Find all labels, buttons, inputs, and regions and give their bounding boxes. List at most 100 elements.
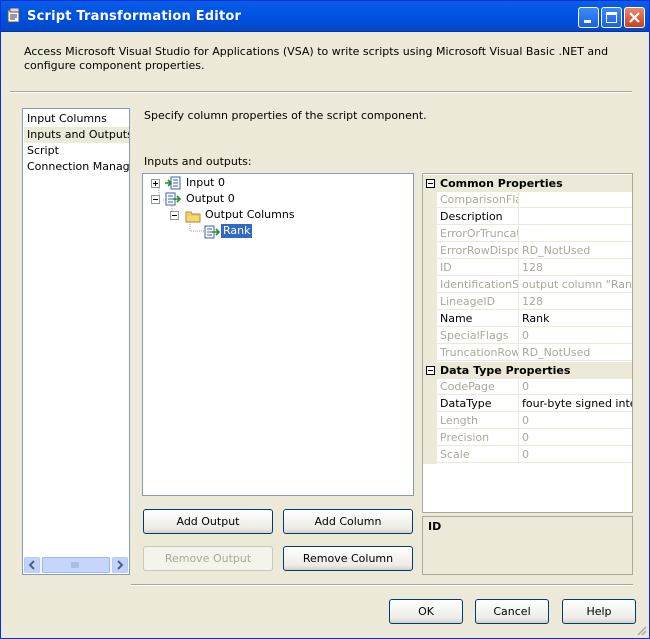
scroll-left-button[interactable]: [24, 557, 40, 573]
maximize-button[interactable]: [601, 7, 622, 28]
add-column-button[interactable]: Add Column: [283, 509, 413, 534]
property-gutter: [423, 209, 437, 226]
resize-grip-icon[interactable]: [635, 624, 647, 636]
property-row[interactable]: Scale 0: [423, 447, 632, 464]
property-name[interactable]: IdentificationString: [437, 277, 519, 293]
tree-node-rank[interactable]: Rank: [221, 224, 253, 238]
property-name[interactable]: ErrorOrTruncationOperation: [437, 226, 519, 242]
property-row[interactable]: LineageID 128: [423, 294, 632, 311]
property-name[interactable]: ComparisonFlags: [437, 192, 519, 208]
property-row[interactable]: TruncationRowDispositionRD_NotUsed: [423, 345, 632, 362]
property-value: 0: [519, 328, 632, 344]
tree-node-output-columns[interactable]: Output Columns: [205, 208, 295, 222]
property-name[interactable]: Name: [437, 311, 519, 327]
property-gutter: [423, 311, 437, 328]
output-icon: [165, 192, 181, 206]
script-component-icon: [7, 8, 20, 23]
property-name[interactable]: TruncationRowDisposition: [437, 345, 519, 361]
property-value: 128: [519, 260, 632, 276]
property-row[interactable]: SpecialFlags 0: [423, 328, 632, 345]
property-grid[interactable]: Common Properties ComparisonFlagsDescrip…: [422, 173, 633, 513]
remove-column-button[interactable]: Remove Column: [283, 546, 413, 571]
property-gutter: [423, 277, 437, 294]
property-name[interactable]: CodePage: [437, 379, 519, 395]
property-row[interactable]: ErrorOrTruncationOperation: [423, 226, 632, 243]
footer-separator: [131, 584, 633, 586]
property-row[interactable]: Precision 0: [423, 430, 632, 447]
add-output-button[interactable]: Add Output: [143, 509, 273, 534]
property-description-panel: ID: [422, 516, 633, 575]
page-navigation-list[interactable]: Input Columns Inputs and Outputs Script …: [22, 108, 130, 575]
nav-item-input-columns[interactable]: Input Columns: [27, 111, 107, 127]
collapse-icon[interactable]: [426, 366, 435, 375]
property-name[interactable]: Description: [437, 209, 519, 225]
property-name[interactable]: SpecialFlags: [437, 328, 519, 344]
property-name[interactable]: Precision: [437, 430, 519, 446]
property-row[interactable]: CodePage 0: [423, 379, 632, 396]
property-value: RD_NotUsed: [519, 345, 632, 361]
property-row[interactable]: Length 0: [423, 413, 632, 430]
property-gutter: [423, 345, 437, 362]
page-instruction: Specify column properties of the script …: [144, 109, 427, 122]
property-name[interactable]: DataType: [437, 396, 519, 412]
property-gutter: [423, 260, 437, 277]
tree-node-output-0[interactable]: Output 0: [186, 192, 235, 206]
property-value[interactable]: Rank: [519, 311, 632, 327]
inputs-outputs-tree[interactable]: Input 0 Output 0 Output Columns Rank: [142, 173, 414, 496]
property-value: [519, 226, 632, 242]
title-bar[interactable]: Script Transformation Editor: [1, 1, 649, 32]
property-gutter: [423, 447, 437, 464]
property-gutter: [423, 430, 437, 447]
property-row[interactable]: ErrorRowDispositionRD_NotUsed: [423, 243, 632, 260]
property-value: [519, 192, 632, 208]
property-row[interactable]: IdentificationStringoutput column "Rank"…: [423, 277, 632, 294]
maximize-icon: [606, 12, 617, 23]
collapse-output-columns-toggle[interactable]: [170, 211, 179, 220]
property-value: 128: [519, 294, 632, 310]
property-gutter: [423, 243, 437, 260]
collapse-output-0-toggle[interactable]: [151, 195, 160, 204]
scroll-right-button[interactable]: [112, 557, 128, 573]
ok-button[interactable]: OK: [389, 599, 463, 624]
property-name[interactable]: Scale: [437, 447, 519, 463]
property-gutter: [423, 396, 437, 413]
property-row[interactable]: Name Rank: [423, 311, 632, 328]
property-value[interactable]: [519, 209, 632, 225]
nav-item-script[interactable]: Script: [27, 143, 59, 159]
expand-input-0-toggle[interactable]: [151, 179, 160, 188]
chevron-left-icon: [28, 560, 35, 570]
folder-icon: [185, 211, 201, 223]
property-gutter: [423, 294, 437, 311]
property-gutter: [423, 379, 437, 396]
property-value: output column "Rank" (128): [519, 277, 632, 293]
property-name[interactable]: ID: [437, 260, 519, 276]
chevron-right-icon: [117, 560, 124, 570]
help-button[interactable]: Help: [562, 599, 636, 624]
nav-horizontal-scrollbar[interactable]: [24, 557, 128, 573]
nav-item-connection-managers[interactable]: Connection Managers: [27, 159, 129, 175]
scroll-thumb[interactable]: [42, 557, 110, 573]
category-data-type-properties[interactable]: Data Type Properties: [423, 362, 632, 379]
property-name[interactable]: LineageID: [437, 294, 519, 310]
minimize-button[interactable]: [578, 7, 599, 28]
property-row[interactable]: ID 128: [423, 260, 632, 277]
property-row[interactable]: ComparisonFlags: [423, 192, 632, 209]
script-transformation-editor-window: Script Transformation Editor Access Micr…: [0, 0, 650, 639]
property-name[interactable]: ErrorRowDisposition: [437, 243, 519, 259]
property-value[interactable]: four-byte signed integer [DT_I4]: [519, 396, 632, 412]
category-common-properties[interactable]: Common Properties: [423, 175, 632, 192]
property-row[interactable]: Description: [423, 209, 632, 226]
header-separator: [10, 91, 632, 93]
property-name[interactable]: Length: [437, 413, 519, 429]
collapse-icon[interactable]: [426, 179, 435, 188]
tree-node-input-0[interactable]: Input 0: [186, 176, 225, 190]
remove-output-button[interactable]: Remove Output: [143, 546, 273, 571]
column-icon: [204, 225, 220, 239]
property-row[interactable]: DataTypefour-byte signed integer [DT_I4]: [423, 396, 632, 413]
property-description-title: ID: [428, 520, 442, 533]
property-value: 0: [519, 413, 632, 429]
close-button[interactable]: [624, 7, 645, 28]
nav-item-inputs-and-outputs[interactable]: Inputs and Outputs: [24, 127, 129, 143]
input-icon: [165, 176, 181, 190]
cancel-button[interactable]: Cancel: [475, 599, 549, 624]
